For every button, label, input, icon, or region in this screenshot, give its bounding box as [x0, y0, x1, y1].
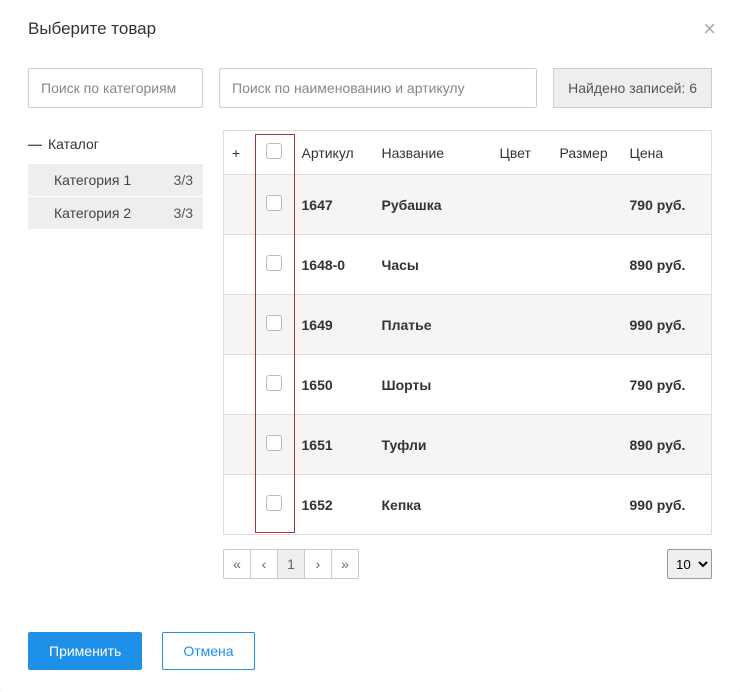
- expand-cell: [224, 415, 258, 475]
- tree-item-label: Категория 1: [54, 172, 131, 188]
- cell-size: [552, 295, 622, 355]
- close-icon[interactable]: ×: [703, 18, 716, 40]
- header-article[interactable]: Артикул: [294, 131, 374, 175]
- pager: « ‹ 1 › »: [223, 549, 359, 579]
- cell-article: 1650: [294, 355, 374, 415]
- pager-prev[interactable]: ‹: [250, 549, 278, 579]
- cell-name: Кепка: [374, 475, 492, 535]
- page-size-select[interactable]: 10: [667, 549, 712, 579]
- checkbox-cell: [258, 415, 294, 475]
- cell-size: [552, 235, 622, 295]
- expand-all-button[interactable]: +: [224, 131, 258, 175]
- search-row: Найдено записей: 6: [28, 68, 712, 108]
- header-color[interactable]: Цвет: [492, 131, 552, 175]
- cell-name: Шорты: [374, 355, 492, 415]
- cell-name: Платье: [374, 295, 492, 355]
- modal-title: Выберите товар: [28, 19, 156, 39]
- cell-article: 1648-0: [294, 235, 374, 295]
- table-row[interactable]: 1649Платье 990 руб.: [224, 295, 712, 355]
- table-row[interactable]: 1648-0Часы 890 руб.: [224, 235, 712, 295]
- pager-last[interactable]: »: [331, 549, 359, 579]
- pager-first[interactable]: «: [223, 549, 251, 579]
- checkbox-cell: [258, 235, 294, 295]
- cell-size: [552, 175, 622, 235]
- header-price[interactable]: Цена: [622, 131, 712, 175]
- modal-header: Выберите товар ×: [0, 0, 740, 58]
- row-checkbox[interactable]: [266, 435, 282, 451]
- table-row[interactable]: 1652Кепка 990 руб.: [224, 475, 712, 535]
- pager-current[interactable]: 1: [277, 549, 305, 579]
- row-checkbox[interactable]: [266, 495, 282, 511]
- table-row[interactable]: 1647Рубашка 790 руб.: [224, 175, 712, 235]
- table-footer: « ‹ 1 › » 10: [223, 549, 712, 579]
- select-product-modal: Выберите товар × Найдено записей: 6 — Ка…: [0, 0, 740, 692]
- cell-price: 890 руб.: [622, 235, 712, 295]
- row-checkbox[interactable]: [266, 375, 282, 391]
- tree-item-label: Категория 2: [54, 205, 131, 221]
- tree-item-count: 3/3: [174, 172, 193, 188]
- tree-root-label: Каталог: [48, 136, 99, 152]
- expand-cell: [224, 355, 258, 415]
- cell-price: 990 руб.: [622, 295, 712, 355]
- pager-next[interactable]: ›: [304, 549, 332, 579]
- cell-price: 790 руб.: [622, 355, 712, 415]
- expand-cell: [224, 475, 258, 535]
- row-checkbox[interactable]: [266, 315, 282, 331]
- category-tree: — Каталог Категория 1 3/3 Категория 2 3/…: [28, 130, 203, 229]
- row-checkbox[interactable]: [266, 195, 282, 211]
- header-checkbox-cell: [258, 131, 294, 175]
- tree-item-count: 3/3: [174, 205, 193, 221]
- cancel-button[interactable]: Отмена: [162, 632, 254, 670]
- cell-color: [492, 415, 552, 475]
- found-count-label: Найдено записей: 6: [553, 68, 712, 108]
- tree-root[interactable]: — Каталог: [28, 130, 203, 164]
- expand-cell: [224, 175, 258, 235]
- cell-color: [492, 235, 552, 295]
- select-all-checkbox[interactable]: [266, 143, 282, 159]
- cell-price: 890 руб.: [622, 415, 712, 475]
- cell-size: [552, 475, 622, 535]
- cell-price: 790 руб.: [622, 175, 712, 235]
- tree-item-category-2[interactable]: Категория 2 3/3: [28, 197, 203, 229]
- cell-color: [492, 175, 552, 235]
- category-search-input[interactable]: [28, 68, 203, 108]
- header-name[interactable]: Название: [374, 131, 492, 175]
- product-grid: + Артикул Название Цвет Размер Цена 1647…: [223, 130, 712, 579]
- cell-color: [492, 475, 552, 535]
- modal-footer: Применить Отмена: [0, 614, 740, 692]
- cell-article: 1647: [294, 175, 374, 235]
- collapse-icon: —: [28, 137, 42, 151]
- cell-article: 1652: [294, 475, 374, 535]
- cell-article: 1649: [294, 295, 374, 355]
- expand-cell: [224, 295, 258, 355]
- tree-item-category-1[interactable]: Категория 1 3/3: [28, 164, 203, 196]
- cell-color: [492, 355, 552, 415]
- cell-article: 1651: [294, 415, 374, 475]
- cell-size: [552, 355, 622, 415]
- expand-cell: [224, 235, 258, 295]
- cell-price: 990 руб.: [622, 475, 712, 535]
- table-row[interactable]: 1651Туфли 890 руб.: [224, 415, 712, 475]
- apply-button[interactable]: Применить: [28, 632, 142, 670]
- checkbox-cell: [258, 295, 294, 355]
- cell-name: Часы: [374, 235, 492, 295]
- cell-size: [552, 415, 622, 475]
- cell-color: [492, 295, 552, 355]
- checkbox-cell: [258, 175, 294, 235]
- checkbox-cell: [258, 475, 294, 535]
- name-search-input[interactable]: [219, 68, 537, 108]
- modal-body: Найдено записей: 6 — Каталог Категория 1…: [0, 58, 740, 614]
- header-size[interactable]: Размер: [552, 131, 622, 175]
- table-row[interactable]: 1650Шорты 790 руб.: [224, 355, 712, 415]
- cell-name: Туфли: [374, 415, 492, 475]
- checkbox-cell: [258, 355, 294, 415]
- row-checkbox[interactable]: [266, 255, 282, 271]
- table-header-row: + Артикул Название Цвет Размер Цена: [224, 131, 712, 175]
- cell-name: Рубашка: [374, 175, 492, 235]
